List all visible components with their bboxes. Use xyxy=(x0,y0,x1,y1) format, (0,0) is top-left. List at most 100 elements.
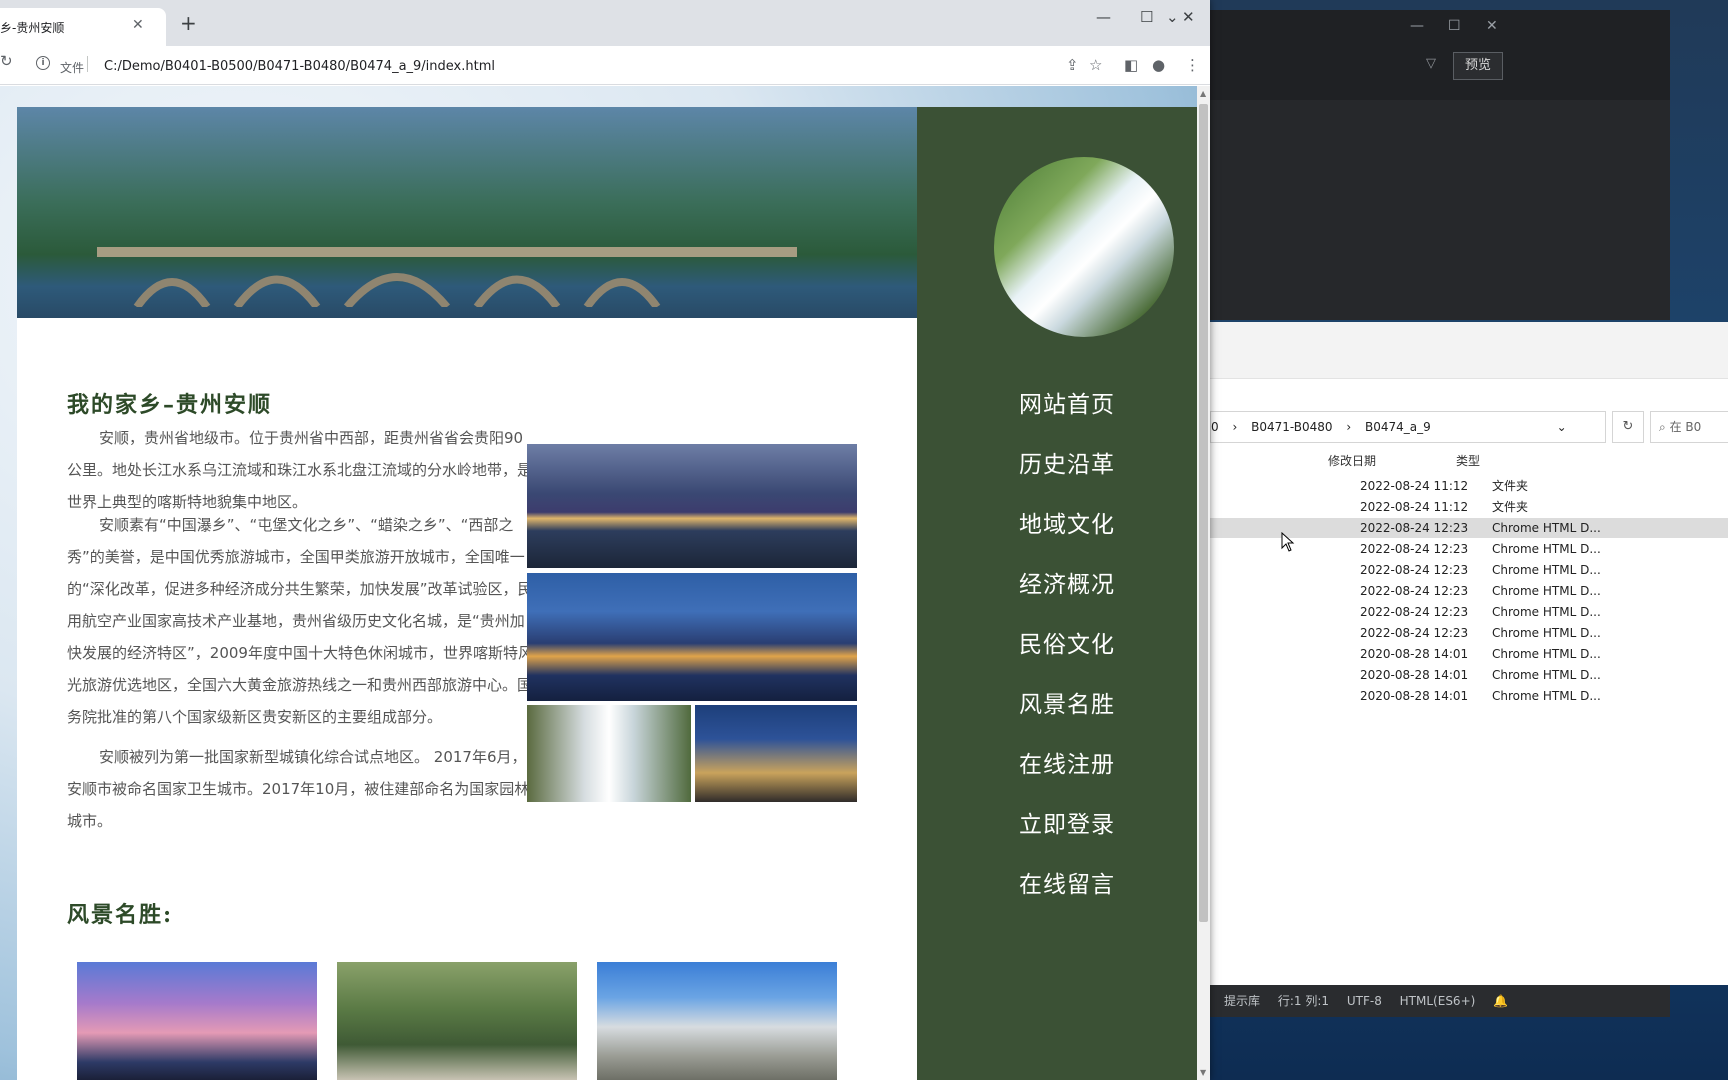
file-type: Chrome HTML D... xyxy=(1492,668,1601,682)
nav-item[interactable]: 立即登录 xyxy=(917,805,1210,839)
night-lake-photo xyxy=(527,444,857,568)
main-content: 我的家乡–贵州安顺 安顺，贵州省地级市。位于贵州省中西部，距贵州省省会贵阳90公… xyxy=(17,107,917,1080)
reload-icon[interactable]: ↻ xyxy=(0,52,13,70)
file-date: 2020-08-28 14:01 xyxy=(1360,668,1469,682)
page-title: 我的家乡–贵州安顺 xyxy=(67,392,273,418)
chevron-right-icon: › xyxy=(1232,420,1238,434)
file-date: 2022-08-24 12:23 xyxy=(1360,605,1469,619)
maximize-icon[interactable]: ☐ xyxy=(1448,18,1461,34)
explorer-ribbon xyxy=(1210,322,1728,379)
file-type: Chrome HTML D... xyxy=(1492,647,1601,661)
file-date: 2020-08-28 14:01 xyxy=(1360,689,1469,703)
chevron-right-icon: › xyxy=(1346,420,1352,434)
nav-item[interactable]: 网站首页 xyxy=(917,385,1210,419)
nav-item[interactable]: 地域文化 xyxy=(917,505,1210,539)
explorer-address-bar[interactable]: 0 › B0471-B0480 › B0474_a_9 ⌄ xyxy=(1210,411,1606,443)
share-icon[interactable]: ⇪ xyxy=(1066,56,1079,74)
divider xyxy=(87,56,88,72)
hotel-night-photo xyxy=(695,705,857,802)
file-date: 2022-08-24 12:23 xyxy=(1360,626,1469,640)
nav-item[interactable]: 历史沿革 xyxy=(917,445,1210,479)
scenic-photo[interactable] xyxy=(77,962,317,1080)
tab-search-icon[interactable]: ⌄ xyxy=(1166,8,1179,26)
filter-icon[interactable]: ▽ xyxy=(1426,56,1436,71)
breadcrumb-item[interactable]: 0 xyxy=(1211,420,1219,434)
maximize-icon[interactable]: ☐ xyxy=(1140,8,1153,26)
bell-icon[interactable]: 🔔 xyxy=(1493,994,1508,1008)
minimize-icon[interactable]: — xyxy=(1096,8,1111,26)
kebab-menu-icon[interactable]: ⋮ xyxy=(1185,56,1200,74)
breadcrumb-item[interactable]: B0474_a_9 xyxy=(1365,420,1431,434)
file-row[interactable]: 2022-08-24 12:23 Chrome HTML D... xyxy=(1210,602,1728,622)
search-icon: ⌕ xyxy=(1659,420,1666,434)
file-date: 2022-08-24 12:23 xyxy=(1360,584,1469,598)
close-icon[interactable]: ✕ xyxy=(1182,8,1195,26)
file-date: 2020-08-28 14:01 xyxy=(1360,647,1469,661)
file-explorer-window: 0 › B0471-B0480 › B0474_a_9 ⌄ ↻ ⌕ 在 B0 修… xyxy=(1210,322,1728,985)
status-hint[interactable]: 提示库 xyxy=(1224,994,1260,1008)
file-type: Chrome HTML D... xyxy=(1492,521,1601,535)
file-date: 2022-08-24 11:12 xyxy=(1360,500,1469,514)
scrollbar[interactable]: ▲ ▼ xyxy=(1197,86,1210,1080)
url-scheme-label[interactable]: 文件 xyxy=(60,59,84,76)
file-row[interactable]: 2022-08-24 12:23 Chrome HTML D... xyxy=(1210,581,1728,601)
mouse-cursor-icon xyxy=(1281,532,1295,552)
nav-item[interactable]: 经济概况 xyxy=(917,565,1210,599)
scenic-photo[interactable] xyxy=(597,962,837,1080)
star-icon[interactable]: ☆ xyxy=(1089,56,1102,74)
column-header-date[interactable]: 修改日期 xyxy=(1328,452,1376,469)
bridge-illustration xyxy=(97,247,797,307)
nav-item[interactable]: 风景名胜 xyxy=(917,685,1210,719)
browser-window: 乡-贵州安顺 ✕ + ⌄ — ↻ i 文件 C:/Demo/B0401-B050… xyxy=(0,0,1210,1080)
nav-item[interactable]: 民俗文化 xyxy=(917,625,1210,659)
new-tab-icon[interactable]: + xyxy=(180,13,197,33)
file-type: 文件夹 xyxy=(1492,500,1529,514)
editor-titlebar: — ☐ ✕ ▽ 预览 xyxy=(1210,10,1670,100)
status-cursor-pos[interactable]: 行:1 列:1 xyxy=(1278,994,1329,1008)
waterfall-avatar xyxy=(994,157,1174,337)
refresh-button[interactable]: ↻ xyxy=(1612,411,1644,443)
profile-icon[interactable]: ● xyxy=(1152,56,1165,74)
close-icon[interactable]: ✕ xyxy=(1486,18,1498,34)
nav-item[interactable]: 在线注册 xyxy=(917,745,1210,779)
scroll-down-icon[interactable]: ▼ xyxy=(1200,1068,1206,1077)
file-type: Chrome HTML D... xyxy=(1492,689,1601,703)
file-date: 2022-08-24 12:23 xyxy=(1360,521,1469,535)
file-row[interactable]: 2022-08-24 11:12 文件夹 xyxy=(1210,476,1728,496)
file-row[interactable]: 2022-08-24 12:23 Chrome HTML D... xyxy=(1210,623,1728,643)
breadcrumb-item[interactable]: B0471-B0480 xyxy=(1251,420,1332,434)
file-row[interactable]: 2020-08-28 14:01 Chrome HTML D... xyxy=(1210,644,1728,664)
browser-tab[interactable]: 乡-贵州安顺 ✕ xyxy=(0,8,166,46)
status-language[interactable]: HTML(ES6+) xyxy=(1400,994,1476,1008)
nav-item[interactable]: 在线留言 xyxy=(917,865,1210,899)
intro-paragraph: 安顺素有“中国瀑乡”、“屯堡文化之乡”、“蜡染之乡”、“西部之秀”的美誉，是中国… xyxy=(67,516,533,726)
file-row[interactable]: 2022-08-24 12:23 Chrome HTML D... xyxy=(1210,560,1728,580)
banner-image xyxy=(17,107,917,318)
preview-button[interactable]: 预览 xyxy=(1453,52,1503,80)
tab-strip: 乡-贵州安顺 ✕ + ⌄ — xyxy=(0,0,1210,46)
column-header-type[interactable]: 类型 xyxy=(1456,452,1480,469)
scroll-up-icon[interactable]: ▲ xyxy=(1200,89,1206,98)
file-row[interactable]: 2020-08-28 14:01 Chrome HTML D... xyxy=(1210,665,1728,685)
sidebar-nav: 网站首页历史沿革地域文化经济概况民俗文化风景名胜在线注册立即登录在线留言 xyxy=(917,107,1210,1080)
scenic-photo[interactable] xyxy=(337,962,577,1080)
status-encoding[interactable]: UTF-8 xyxy=(1347,994,1382,1008)
file-row[interactable]: 2020-08-28 14:01 Chrome HTML D... xyxy=(1210,686,1728,706)
minimize-icon[interactable]: — xyxy=(1410,18,1424,34)
address-bar-url[interactable]: C:/Demo/B0401-B0500/B0471-B0480/B0474_a_… xyxy=(104,59,495,74)
explorer-search-input[interactable]: ⌕ 在 B0 xyxy=(1650,411,1728,443)
search-placeholder: 在 B0 xyxy=(1669,420,1702,434)
page-container: 我的家乡–贵州安顺 安顺，贵州省地级市。位于贵州省中西部，距贵州省省会贵阳90公… xyxy=(17,107,1210,1080)
file-date: 2022-08-24 11:12 xyxy=(1360,479,1469,493)
info-icon[interactable]: i xyxy=(36,56,50,70)
chevron-down-icon[interactable]: ⌄ xyxy=(1557,420,1567,434)
file-type: Chrome HTML D... xyxy=(1492,542,1601,556)
waterfall-photo xyxy=(527,705,691,802)
file-type: Chrome HTML D... xyxy=(1492,563,1601,577)
side-panel-icon[interactable]: ◧ xyxy=(1124,56,1138,74)
scrollbar-thumb[interactable] xyxy=(1199,104,1208,922)
page-viewport: 我的家乡–贵州安顺 安顺，贵州省地级市。位于贵州省中西部，距贵州省省会贵阳90公… xyxy=(0,86,1210,1080)
file-row[interactable]: 2022-08-24 11:12 文件夹 xyxy=(1210,497,1728,517)
intro-paragraph: 安顺，贵州省地级市。位于贵州省中西部，距贵州省省会贵阳90公里。地处长江水系乌江… xyxy=(67,429,533,511)
close-tab-icon[interactable]: ✕ xyxy=(132,17,144,33)
